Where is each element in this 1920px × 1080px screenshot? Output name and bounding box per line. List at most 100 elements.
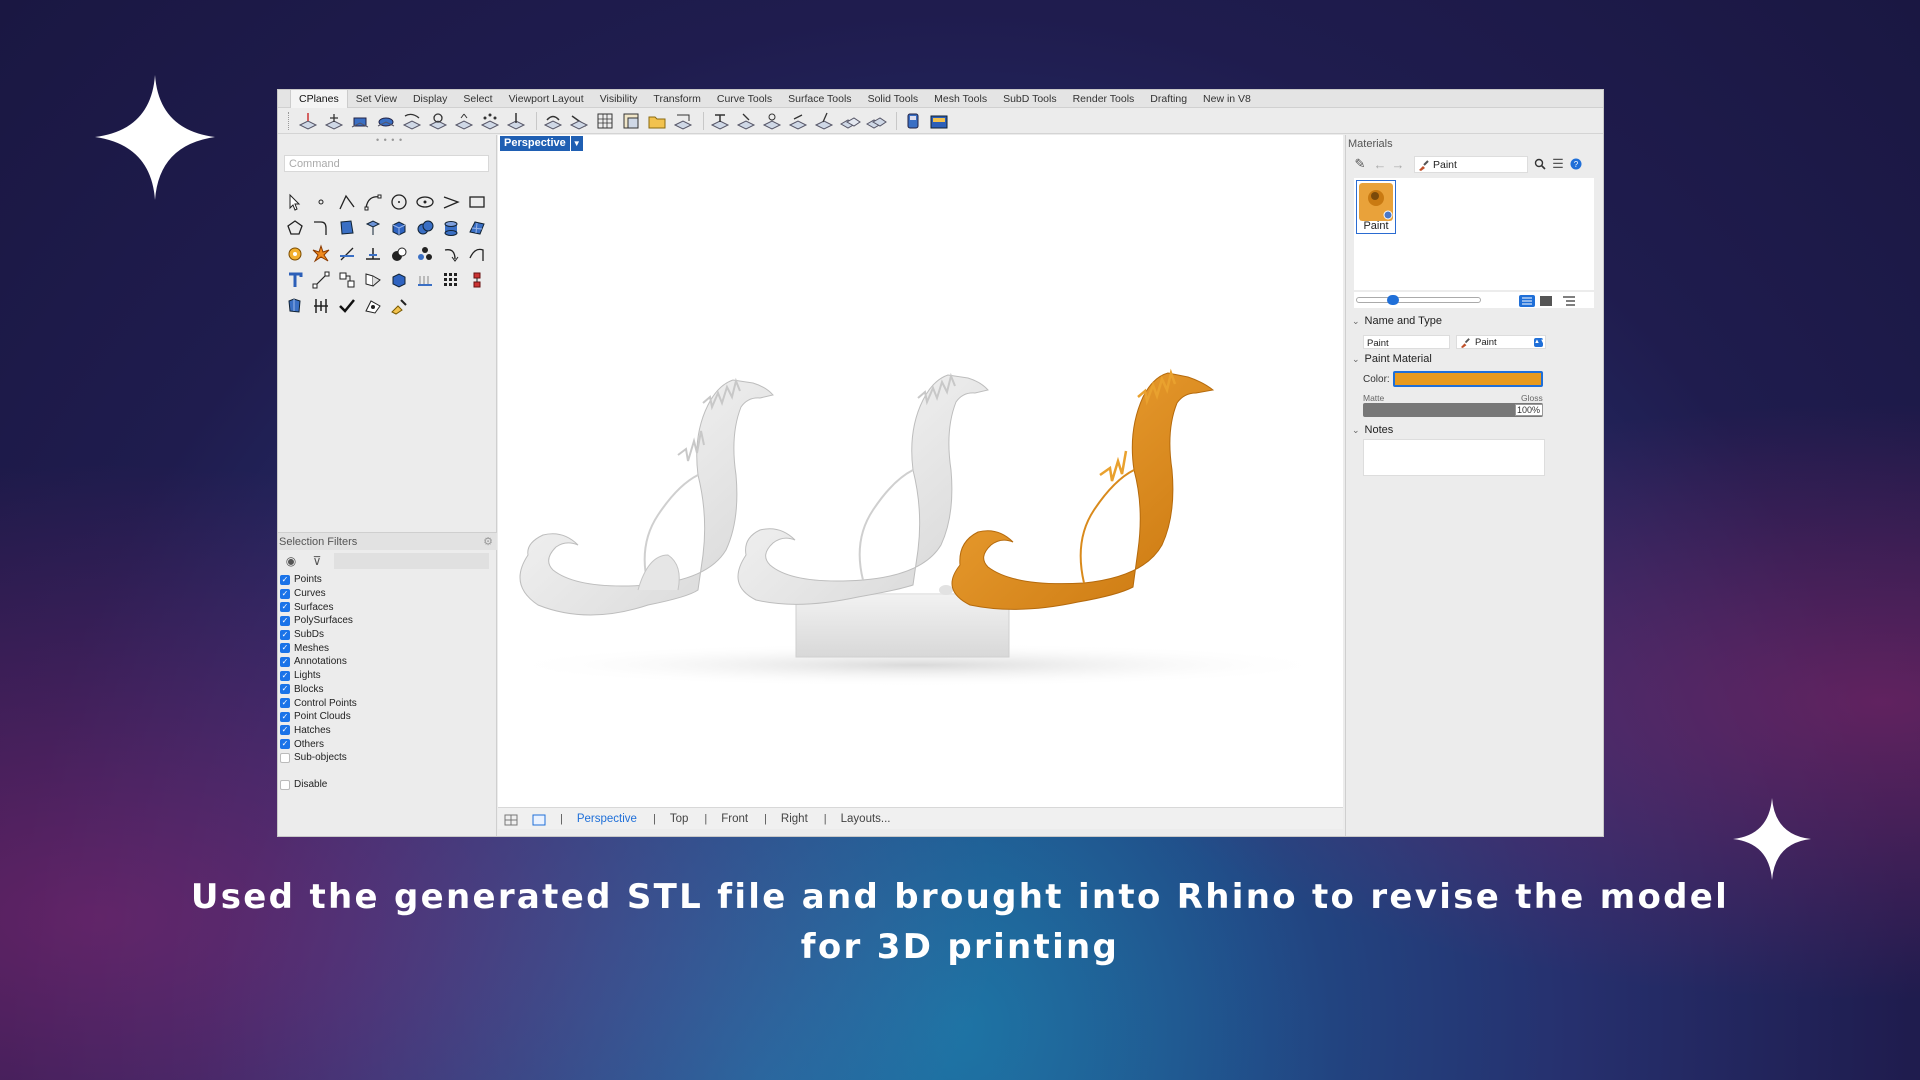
undo-cplane-icon[interactable] — [542, 110, 564, 132]
filter-meshes[interactable]: ✓ Meshes — [280, 641, 495, 655]
viewport-tab-top[interactable]: Top — [670, 813, 689, 825]
list-view-icon[interactable] — [1562, 294, 1578, 306]
cplane-origin-icon[interactable] — [323, 110, 345, 132]
filter-blocks[interactable]: ✓ Blocks — [280, 683, 495, 697]
cplane-world-front-icon[interactable] — [761, 110, 783, 132]
rotate-icon[interactable] — [438, 241, 464, 267]
filter-lights[interactable]: ✓ Lights — [280, 669, 495, 683]
cplane-world-right-icon[interactable] — [787, 110, 809, 132]
properties-icon[interactable] — [464, 267, 490, 293]
checkbox[interactable]: ✓ — [280, 739, 290, 750]
checkbox[interactable] — [280, 752, 290, 763]
toggle-all-icon[interactable]: ◉ — [278, 552, 304, 570]
filter-points[interactable]: ✓ Points — [280, 573, 495, 587]
trim-icon[interactable] — [334, 241, 360, 267]
cplane-through-icon[interactable] — [813, 110, 835, 132]
grid-view-icon[interactable] — [1519, 294, 1535, 307]
command-input[interactable]: Command — [284, 155, 489, 172]
tab-select[interactable]: Select — [455, 90, 500, 108]
cplane-top-icon[interactable] — [297, 110, 319, 132]
material-thumb-paint[interactable]: Paint — [1356, 180, 1396, 234]
analyze-icon[interactable] — [282, 293, 308, 319]
drafting-icon[interactable] — [308, 293, 334, 319]
filter-curves[interactable]: ✓ Curves — [280, 587, 495, 601]
filter-hatches[interactable]: ✓ Hatches — [280, 724, 495, 738]
filter-others[interactable]: ✓ Others — [280, 737, 495, 751]
viewport-tab-front[interactable]: Front — [721, 813, 748, 825]
cplane-3point-icon[interactable] — [479, 110, 501, 132]
checkbox[interactable]: ✓ — [280, 670, 290, 681]
cplane-world-top-icon[interactable] — [735, 110, 757, 132]
gloss-value-field[interactable]: 100% — [1515, 404, 1543, 416]
tab-visibility[interactable]: Visibility — [592, 90, 646, 108]
split-icon[interactable] — [360, 241, 386, 267]
viewport-title[interactable]: Perspective ▼ — [500, 136, 583, 151]
tab-subd-tools[interactable]: SubD Tools — [995, 90, 1065, 108]
tab-new-in-v8[interactable]: New in V8 — [1195, 90, 1259, 108]
gloss-slider[interactable]: 100% — [1363, 403, 1543, 417]
filter-surfaces[interactable]: ✓ Surfaces — [280, 600, 495, 614]
render-icon[interactable] — [386, 267, 412, 293]
tab-surface-tools[interactable]: Surface Tools — [780, 90, 859, 108]
material-name-field[interactable]: Paint — [1363, 335, 1450, 349]
filter-search-input[interactable] — [334, 553, 489, 569]
checkbox[interactable]: ✓ — [280, 684, 290, 695]
checkbox[interactable]: ✓ — [280, 588, 290, 599]
group-icon[interactable] — [386, 241, 412, 267]
shade-icon[interactable] — [360, 293, 386, 319]
cplane-object-icon[interactable] — [349, 110, 371, 132]
gear-icon[interactable]: ⚙ — [483, 535, 493, 548]
checkbox[interactable] — [280, 779, 290, 790]
tab-mesh-tools[interactable]: Mesh Tools — [926, 90, 995, 108]
filter-subds[interactable]: ✓ SubDs — [280, 628, 495, 642]
bend-icon[interactable] — [464, 241, 490, 267]
redo-cplane-icon[interactable] — [568, 110, 590, 132]
filter-annotations[interactable]: ✓ Annotations — [280, 655, 495, 669]
arc-icon[interactable] — [438, 189, 464, 215]
select-arrow-icon[interactable] — [282, 189, 308, 215]
viewport-name[interactable]: Perspective — [500, 136, 570, 151]
cplane-rotate-icon[interactable] — [427, 110, 449, 132]
cplane-save-icon[interactable] — [902, 110, 924, 132]
filter-control-points[interactable]: ✓ Control Points — [280, 696, 495, 710]
chevron-down-icon[interactable]: ⌄ — [1352, 354, 1360, 365]
checkbox[interactable]: ✓ — [280, 656, 290, 667]
tab-display[interactable]: Display — [405, 90, 455, 108]
color-swatch[interactable] — [1393, 371, 1543, 387]
cplane-curve-icon[interactable] — [401, 110, 423, 132]
ellipse-icon[interactable] — [412, 189, 438, 215]
cylinder-icon[interactable] — [438, 215, 464, 241]
viewport-tab-layouts[interactable]: Layouts... — [841, 813, 891, 825]
chevron-down-icon[interactable]: ⌄ — [1352, 316, 1360, 327]
tab-viewport-layout[interactable]: Viewport Layout — [501, 90, 592, 108]
curve-icon[interactable] — [360, 189, 386, 215]
notes-textarea[interactable] — [1363, 439, 1545, 476]
grid-icon[interactable] — [594, 110, 616, 132]
checkbox[interactable]: ✓ — [280, 629, 290, 640]
single-viewport-icon[interactable] — [532, 813, 546, 825]
help-icon[interactable]: ? — [1568, 155, 1584, 173]
checkbox[interactable]: ✓ — [280, 725, 290, 736]
layout-icon[interactable] — [360, 267, 386, 293]
named-cplanes-icon[interactable] — [620, 110, 642, 132]
cplane-set-icon[interactable] — [839, 110, 861, 132]
tab-solid-tools[interactable]: Solid Tools — [860, 90, 927, 108]
cplane-vertical-icon[interactable] — [505, 110, 527, 132]
search-icon[interactable] — [1532, 155, 1548, 173]
fillet-curves-icon[interactable] — [308, 215, 334, 241]
forward-arrow-icon[interactable]: → — [1390, 155, 1406, 173]
paint-material-header[interactable]: ⌄ Paint Material — [1352, 353, 1432, 365]
array-icon[interactable] — [412, 267, 438, 293]
chevron-down-icon[interactable]: ▼ — [570, 136, 583, 151]
blocks-icon[interactable] — [412, 241, 438, 267]
tab-render-tools[interactable]: Render Tools — [1065, 90, 1143, 108]
surface-from-curves-icon[interactable] — [334, 215, 360, 241]
check-icon[interactable] — [334, 293, 360, 319]
disable-filters[interactable]: Disable — [280, 779, 327, 790]
cplane-align-icon[interactable] — [865, 110, 887, 132]
cplane-elevation-icon[interactable] — [453, 110, 475, 132]
material-type-select[interactable]: Paint ▲▼ — [1456, 335, 1546, 349]
open-folder-icon[interactable] — [646, 110, 668, 132]
checkbox[interactable]: ✓ — [280, 574, 290, 585]
cplane-view-icon[interactable] — [709, 110, 731, 132]
